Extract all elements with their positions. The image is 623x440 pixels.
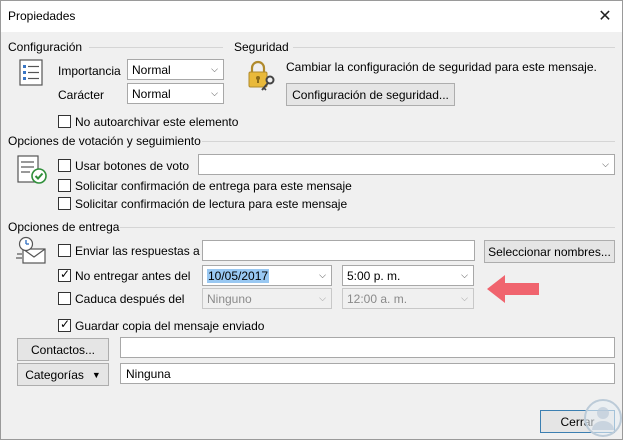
read-receipt-checkbox[interactable] xyxy=(58,197,71,210)
watermark-logo-icon xyxy=(584,399,622,437)
contacts-input[interactable] xyxy=(120,337,615,358)
voting-heading: Opciones de votación y seguimiento xyxy=(8,134,201,148)
use-voting-checkbox[interactable] xyxy=(58,159,71,172)
delivery-divider xyxy=(120,227,615,228)
no-autoarchive-label: No autoarchivar este elemento xyxy=(75,115,239,129)
delivery-clock-envelope-icon xyxy=(16,236,46,264)
voting-buttons-select[interactable]: ⌵ xyxy=(198,154,615,175)
importance-label: Importancia xyxy=(58,64,121,78)
annotation-arrow-icon xyxy=(487,275,539,303)
security-settings-button[interactable]: Configuración de seguridad... xyxy=(286,83,455,106)
config-divider xyxy=(89,47,223,48)
expires-label: Caduca después del xyxy=(75,292,185,306)
use-voting-label: Usar botones de voto xyxy=(75,159,190,173)
contacts-button[interactable]: Contactos... xyxy=(17,338,109,361)
delivery-receipt-checkbox[interactable] xyxy=(58,179,71,192)
window-title: Propiedades xyxy=(8,9,76,23)
chevron-down-icon: ⌵ xyxy=(211,64,218,74)
security-description: Cambiar la configuración de seguridad pa… xyxy=(286,60,597,74)
importance-select[interactable]: Normal ⌵ xyxy=(127,59,224,80)
chevron-down-icon: ⌵ xyxy=(602,159,609,169)
categories-label: Categorías xyxy=(25,367,84,382)
security-heading: Seguridad xyxy=(234,40,289,54)
chevron-down-icon: ⌵ xyxy=(211,88,218,98)
voting-divider xyxy=(202,141,615,142)
voting-checklist-icon xyxy=(17,155,47,184)
select-names-button[interactable]: Seleccionar nombres... xyxy=(484,240,615,263)
sensitivity-label: Carácter xyxy=(58,88,105,102)
do-not-deliver-checkbox[interactable] xyxy=(58,267,71,282)
delivery-heading: Opciones de entrega xyxy=(8,220,120,234)
save-copy-label: Guardar copia del mensaje enviado xyxy=(75,319,265,333)
security-divider xyxy=(293,47,615,48)
categories-field: Ninguna xyxy=(120,363,615,384)
read-receipt-label: Solicitar confirmación de lectura para e… xyxy=(75,197,348,211)
lock-key-icon xyxy=(248,60,275,91)
properties-dialog: Propiedades ✕ Configuración Importancia … xyxy=(0,0,623,440)
deliver-time-select[interactable]: 5:00 p. m. ⌵ xyxy=(342,265,474,286)
send-replies-checkbox[interactable] xyxy=(58,244,71,257)
sensitivity-select[interactable]: Normal ⌵ xyxy=(127,83,224,104)
delivery-receipt-label: Solicitar confirmación de entrega para e… xyxy=(75,179,352,193)
expires-time-select[interactable]: 12:00 a. m. ⌵ xyxy=(342,288,474,309)
categories-button[interactable]: Categorías ▼ xyxy=(17,363,109,386)
chevron-down-icon: ⌵ xyxy=(461,270,468,280)
title-bar: Propiedades ✕ xyxy=(1,1,622,32)
expires-checkbox[interactable] xyxy=(58,292,71,305)
chevron-down-icon: ⌵ xyxy=(319,293,326,303)
no-autoarchive-checkbox[interactable] xyxy=(58,115,71,128)
categories-value: Ninguna xyxy=(126,367,171,381)
chevron-down-icon: ⌵ xyxy=(461,293,468,303)
send-replies-input[interactable] xyxy=(202,240,475,261)
save-copy-checkbox[interactable] xyxy=(58,317,71,332)
document-list-icon xyxy=(19,59,43,86)
config-heading: Configuración xyxy=(8,40,83,54)
send-replies-label: Enviar las respuestas a xyxy=(75,244,200,258)
do-not-deliver-label: No entregar antes del xyxy=(75,269,191,283)
close-icon[interactable]: ✕ xyxy=(588,1,622,31)
expires-date-select[interactable]: Ninguno ⌵ xyxy=(202,288,332,309)
caret-down-icon: ▼ xyxy=(91,369,101,380)
chevron-down-icon: ⌵ xyxy=(319,270,326,280)
deliver-date-select[interactable]: 10/05/2017 ⌵ xyxy=(202,265,332,286)
